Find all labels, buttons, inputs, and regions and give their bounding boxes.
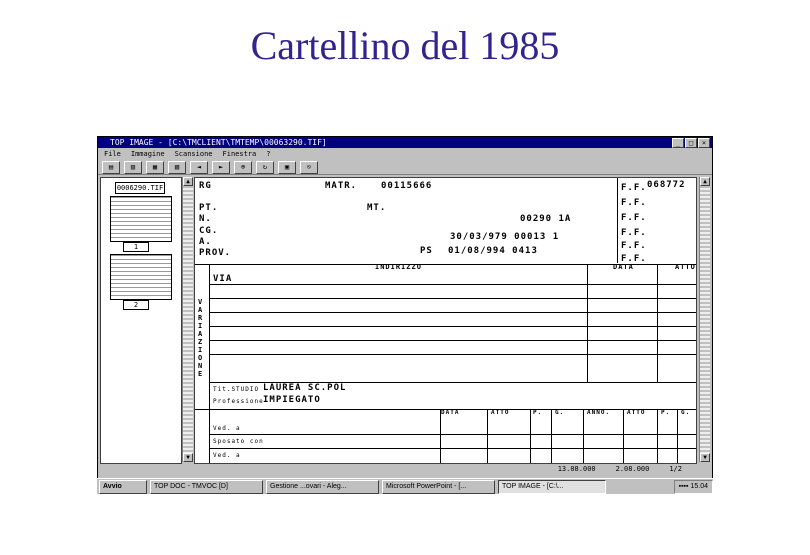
card-mt-label: MT. [367, 203, 387, 213]
document-view: RG PT. N. CG. A. PROV. MATR. 00115666 MT… [194, 177, 697, 464]
card-matr-value: 00115666 [381, 181, 433, 191]
thumbnail-label-1: 1 [123, 242, 149, 252]
card-titstudio-label: Tit.STUDIO [213, 386, 260, 393]
menu-bar: File Immagine Scansione Finestra ? [98, 149, 712, 159]
card-indirizzo: INDIRIZZO [375, 263, 422, 271]
prev-page-icon[interactable]: ◄ [190, 160, 208, 174]
table-header-p: P. [533, 409, 543, 416]
system-tray: ▪▪▪▪ 15.04 [673, 479, 713, 494]
task-top-doc[interactable]: TOP DOC - TMVOC [D] [150, 479, 263, 494]
card-label-rg: RG [199, 181, 212, 191]
card-label-prov: PROV. [199, 248, 232, 258]
task-top-image[interactable]: TOP IMAGE - [C:\... [498, 479, 606, 494]
status-bar: 13.08.000 2.08.000 1/2 [98, 464, 712, 475]
table-header-atto: ATTO [491, 409, 510, 416]
status-date-1: 13.08.000 [557, 465, 596, 473]
menu-help[interactable]: ? [266, 149, 270, 159]
card-ff-4: F.F. [621, 228, 647, 238]
card-label-n: N. [199, 214, 212, 224]
thumbnail-filename-input[interactable]: 0006290.TIF [115, 182, 165, 194]
exit-icon[interactable]: ⎋ [300, 160, 318, 174]
next-page-icon[interactable]: ► [212, 160, 230, 174]
table-row-label-2: Sposato con [213, 438, 264, 445]
card-professione-value: IMPIEGATO [263, 395, 321, 405]
maximize-button[interactable]: □ [685, 138, 697, 148]
table-header-g-2: G. [681, 409, 691, 416]
menu-file[interactable]: File [104, 149, 121, 159]
minimize-button[interactable]: _ [672, 138, 684, 148]
menu-finestra[interactable]: Finestra [223, 149, 257, 159]
card-professione-label: Professione [213, 398, 264, 405]
table-header-anno: ANNO. [587, 409, 611, 416]
doc-scroll-down-icon[interactable]: ▼ [700, 453, 710, 462]
document-scrollbar[interactable]: ▲ ▼ [699, 177, 710, 462]
scroll-down-icon[interactable]: ▼ [183, 453, 193, 462]
table-header-atto-2: ATTO [627, 409, 646, 416]
taskbar: Avvio TOP DOC - TMVOC [D] Gestione ...ov… [97, 478, 713, 494]
card-label-a: A. [199, 237, 212, 247]
status-page: 1/2 [669, 465, 682, 473]
tray-icons: ▪▪▪▪ [678, 482, 691, 490]
card-date-1: 30/03/979 00013 1 [450, 232, 560, 242]
thumbnail-panel: 0006290.TIF 1 2 [100, 177, 182, 464]
close-button[interactable]: × [698, 138, 710, 148]
slide-title: Cartellino del 1985 [250, 23, 560, 68]
card-titstudio-value: LAUREA SC.POL [263, 383, 347, 393]
card-label-pt: PT. [199, 203, 219, 213]
fit-icon[interactable]: ▣ [278, 160, 296, 174]
card-ff-1: F.F. [621, 183, 647, 193]
thumbnail-page-1[interactable] [110, 196, 172, 242]
task-gestione[interactable]: Gestione ...ovari - Aleg... [266, 479, 379, 494]
card-via: VIA [213, 274, 233, 284]
table-row-label-1: Ved. a [213, 425, 241, 432]
menu-immagine[interactable]: Immagine [131, 149, 165, 159]
thumbnail-scrollbar[interactable]: ▲ ▼ [182, 177, 193, 462]
card-ps-label: PS [420, 246, 433, 256]
table-row-label-3: Ved. a [213, 452, 241, 459]
status-date-2: 2.08.000 [615, 465, 650, 473]
task-powerpoint[interactable]: Microsoft PowerPoint - [... [382, 479, 495, 494]
table-header-p-2: P. [661, 409, 671, 416]
start-button[interactable]: Avvio [99, 479, 147, 494]
copy-icon[interactable]: ▧ [168, 160, 186, 174]
card-matr-label: MATR. [325, 181, 358, 191]
card-label-cg: CG. [199, 226, 219, 236]
scroll-up-icon[interactable]: ▲ [183, 177, 193, 186]
card-atto-header: ATTO [675, 263, 696, 271]
zoom-icon[interactable]: ⊕ [234, 160, 252, 174]
save-icon[interactable]: ▥ [124, 160, 142, 174]
card-ff-2: F.F. [621, 198, 647, 208]
card-ff-3: F.F. [621, 213, 647, 223]
menu-scansione[interactable]: Scansione [175, 149, 213, 159]
card-data-header: DATA [613, 263, 634, 271]
card-code-1: 00290 1A [520, 214, 572, 224]
app-window: TOP IMAGE - [C:\TMCLIENT\TMTEMP\00063290… [97, 136, 713, 494]
thumbnail-label-2: 2 [123, 300, 149, 310]
table-header-data: DATA [441, 409, 460, 416]
open-icon[interactable]: ▤ [102, 160, 120, 174]
doc-scroll-up-icon[interactable]: ▲ [700, 177, 710, 186]
card-ff-value: 068772 [647, 180, 686, 190]
rotate-icon[interactable]: ↻ [256, 160, 274, 174]
toolbar: ▤ ▥ ▦ ▧ ◄ ► ⊕ ↻ ▣ ⎋ [98, 160, 712, 175]
print-icon[interactable]: ▦ [146, 160, 164, 174]
card-ff-5: F.F. [621, 241, 647, 251]
table-header-g: G. [555, 409, 565, 416]
card-variazione-vertical: VARIAZIONE [198, 298, 204, 378]
window-titlebar: TOP IMAGE - [C:\TMCLIENT\TMTEMP\00063290… [98, 137, 712, 148]
thumbnail-page-2[interactable] [110, 254, 172, 300]
clock: 15.04 [690, 482, 708, 490]
card-date-2: 01/08/994 0413 [448, 246, 538, 256]
window-title: TOP IMAGE - [C:\TMCLIENT\TMTEMP\00063290… [110, 138, 327, 147]
